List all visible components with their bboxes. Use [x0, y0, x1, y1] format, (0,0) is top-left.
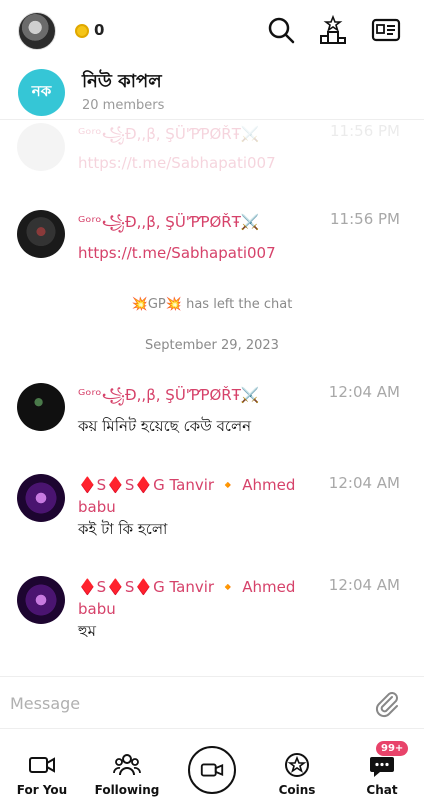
sender-name[interactable]: ᴳᵒʳᵒ꧁Đ,,β, ŞÜ'ƤƤØŘŦ⚔️	[78, 210, 260, 241]
message-time: 11:56 PM	[330, 122, 400, 140]
star-coin-icon	[285, 753, 309, 777]
member-count: 20 members	[82, 98, 165, 113]
message-input[interactable]	[10, 689, 350, 717]
id-card-icon[interactable]	[371, 15, 401, 45]
chat-header[interactable]: নক নিউ কাপল 20 members	[0, 62, 424, 120]
tab-for-you[interactable]: For You	[2, 737, 82, 797]
sender-avatar[interactable]	[17, 474, 65, 522]
message-text: হুম	[78, 622, 96, 640]
sender-avatar[interactable]	[17, 383, 65, 431]
tab-coins[interactable]: Coins	[257, 737, 337, 797]
tab-label: For You	[16, 783, 68, 797]
message-composer	[0, 676, 424, 728]
coin-count: 0	[94, 21, 105, 39]
sender-name[interactable]: ♦️S♦️S♦️G Tanvir 🔸 Ahmed babu	[78, 474, 308, 518]
leaderboard-icon[interactable]	[318, 14, 348, 45]
coin-icon	[75, 24, 89, 38]
search-icon[interactable]	[266, 15, 296, 45]
video-icon	[29, 757, 55, 773]
message-link[interactable]: https://t.me/Sabhapati007	[78, 244, 276, 262]
paperclip-icon[interactable]	[372, 689, 402, 719]
bottom-nav: For You Following Coins Chat 99+	[0, 728, 424, 800]
sender-avatar[interactable]	[17, 576, 65, 624]
camera-icon	[200, 763, 224, 777]
tab-label: Coins	[278, 783, 316, 797]
sender-avatar[interactable]	[17, 210, 65, 258]
people-icon	[113, 754, 141, 776]
record-button[interactable]	[188, 746, 236, 794]
tab-label: Chat	[366, 783, 398, 797]
profile-avatar[interactable]	[18, 12, 56, 50]
message-text: কই টা কি হলো	[78, 520, 168, 538]
tab-label: Following	[94, 783, 160, 797]
sender-name[interactable]: ᴳᵒʳᵒ꧁Đ,,β, ŞÜ'ƤƤØŘŦ⚔️	[78, 122, 260, 153]
message-time: 11:56 PM	[330, 210, 400, 228]
date-separator: September 29, 2023	[145, 338, 279, 353]
message-text: কয় মিনিট হয়েছে কেউ বলেন	[78, 417, 252, 435]
sender-avatar[interactable]	[17, 123, 65, 171]
message-time: 12:04 AM	[328, 383, 400, 401]
system-notice: 💥GP💥 has left the chat	[131, 297, 293, 312]
unread-badge: 99+	[376, 741, 409, 756]
sender-name[interactable]: ♦️S♦️S♦️G Tanvir 🔸 Ahmed babu	[78, 576, 308, 620]
message-time: 12:04 AM	[328, 474, 400, 492]
top-bar: 0	[0, 0, 424, 62]
group-avatar[interactable]: নক	[18, 69, 65, 116]
message-time: 12:04 AM	[328, 576, 400, 594]
message-link[interactable]: https://t.me/Sabhapati007	[78, 154, 276, 172]
tab-following[interactable]: Following	[87, 737, 167, 797]
message-list[interactable]: ᴳᵒʳᵒ꧁Đ,,β, ŞÜ'ƤƤØŘŦ⚔️ 11:56 PM https://t…	[0, 120, 424, 676]
group-title: নিউ কাপল	[82, 71, 162, 92]
sender-name[interactable]: ᴳᵒʳᵒ꧁Đ,,β, ŞÜ'ƤƤØŘŦ⚔️	[78, 383, 260, 414]
